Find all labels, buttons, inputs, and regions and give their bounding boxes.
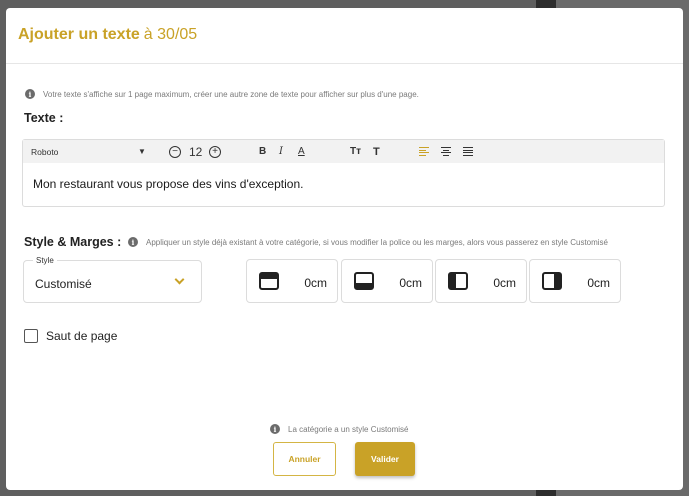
modal-title-date: à 30/05 — [143, 26, 198, 43]
align-center-icon[interactable] — [441, 147, 451, 156]
margin-bottom-icon — [354, 272, 374, 290]
font-select[interactable]: Roboto — [31, 140, 58, 163]
align-justify-icon[interactable] — [463, 147, 473, 156]
margin-right-icon — [542, 272, 562, 290]
style-select-legend: Style — [33, 256, 57, 265]
page-break-row[interactable]: Saut de page — [24, 329, 117, 343]
margin-top-value: 0cm — [304, 276, 327, 290]
editor-content[interactable]: Mon restaurant vous propose des vins d'e… — [23, 163, 664, 191]
editor-toolbar: Roboto ▼ − 12 + B I A Tт T — [23, 140, 664, 163]
style-select-value: Customisé — [35, 277, 92, 291]
style-margins-label: Style & Marges : — [24, 235, 122, 249]
decrease-size-icon[interactable]: − — [169, 145, 181, 158]
margin-right-field[interactable]: 0cm — [529, 259, 621, 303]
text-size-button[interactable]: Tт — [350, 140, 361, 163]
align-left-icon[interactable] — [419, 147, 429, 156]
text-editor: Roboto ▼ − 12 + B I A Tт T Mon restauran… — [22, 139, 665, 207]
footer-note-text: La catégorie a un style Customisé — [288, 424, 409, 434]
margin-bottom-field[interactable]: 0cm — [341, 259, 433, 303]
text-style-button[interactable]: T — [373, 140, 380, 163]
texte-label: Texte : — [24, 111, 64, 125]
style-hint-text: Appliquer un style déjà existant à votre… — [146, 237, 609, 247]
underline-button[interactable]: A — [298, 140, 305, 163]
increase-size-icon[interactable]: + — [209, 145, 221, 158]
info-icon: i — [25, 89, 35, 99]
style-select[interactable]: Style Customisé — [23, 256, 202, 303]
margin-right-value: 0cm — [587, 276, 610, 290]
margin-left-value: 0cm — [493, 276, 516, 290]
margin-left-field[interactable]: 0cm — [435, 259, 527, 303]
page-break-checkbox[interactable] — [24, 329, 38, 343]
info-text: Votre texte s'affiche sur 1 page maximum… — [43, 89, 419, 99]
modal-title: Ajouter un texte — [18, 26, 140, 43]
bold-button[interactable]: B — [259, 140, 266, 163]
italic-button[interactable]: I — [279, 140, 283, 163]
cancel-button[interactable]: Annuler — [273, 442, 336, 476]
info-icon: i — [270, 424, 280, 434]
margin-left-icon — [448, 272, 468, 290]
margin-bottom-value: 0cm — [399, 276, 422, 290]
add-text-modal: Ajouter un texte à 30/05 i Votre texte s'… — [6, 8, 683, 490]
info-line: i Votre texte s'affiche sur 1 page maxim… — [25, 89, 419, 99]
page-break-label: Saut de page — [46, 329, 118, 343]
caret-down-icon[interactable]: ▼ — [138, 140, 146, 163]
modal-header: Ajouter un texte à 30/05 — [6, 8, 683, 64]
footer-note: i La catégorie a un style Customisé — [270, 424, 409, 434]
margin-top-field[interactable]: 0cm — [246, 259, 338, 303]
margin-top-icon — [259, 272, 279, 290]
info-icon: i — [128, 237, 138, 247]
validate-button[interactable]: Valider — [355, 442, 415, 476]
font-size-value: 12 — [189, 144, 203, 159]
chevron-down-icon — [174, 274, 185, 285]
style-hint: i Appliquer un style déjà existant à vot… — [128, 237, 608, 247]
